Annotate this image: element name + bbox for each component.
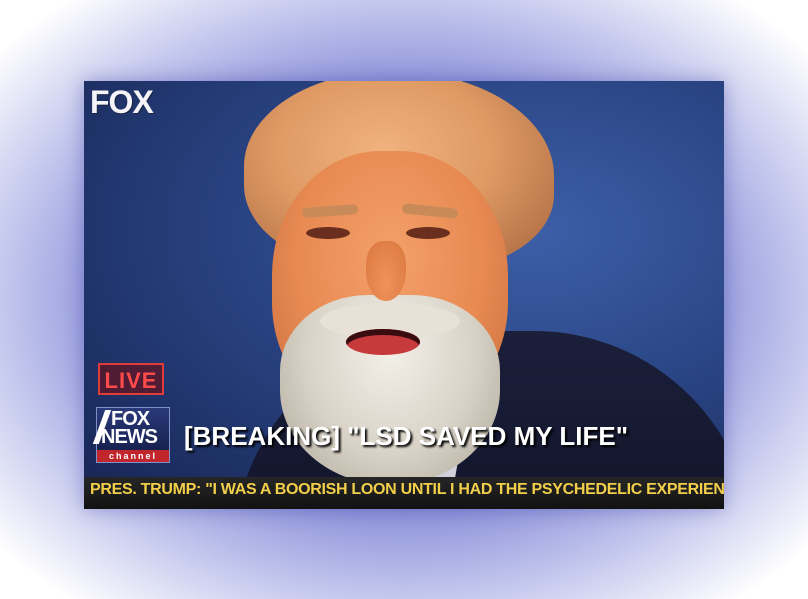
news-ticker: PRES. TRUMP: "I WAS A BOORISH LOON UNTIL…: [84, 477, 724, 509]
logo-news-text: NEWS: [101, 426, 158, 448]
fox-corner-logo: FOX: [90, 84, 154, 120]
nose: [366, 241, 406, 301]
mouth: [346, 329, 420, 355]
left-eye: [306, 227, 350, 239]
breaking-headline: [BREAKING] "LSD SAVED MY LIFE": [184, 421, 629, 451]
fox-news-channel-logo: FOX NEWS channel: [92, 407, 170, 463]
live-badge: LIVE: [98, 363, 164, 395]
logo-channel-text: channel: [97, 450, 169, 462]
broadcast-image: FOX LIVE FOX NEWS channel [BREAKING] "LS…: [84, 81, 724, 509]
right-eye: [406, 227, 450, 239]
ticker-text: PRES. TRUMP: "I WAS A BOORISH LOON UNTIL…: [90, 481, 724, 498]
